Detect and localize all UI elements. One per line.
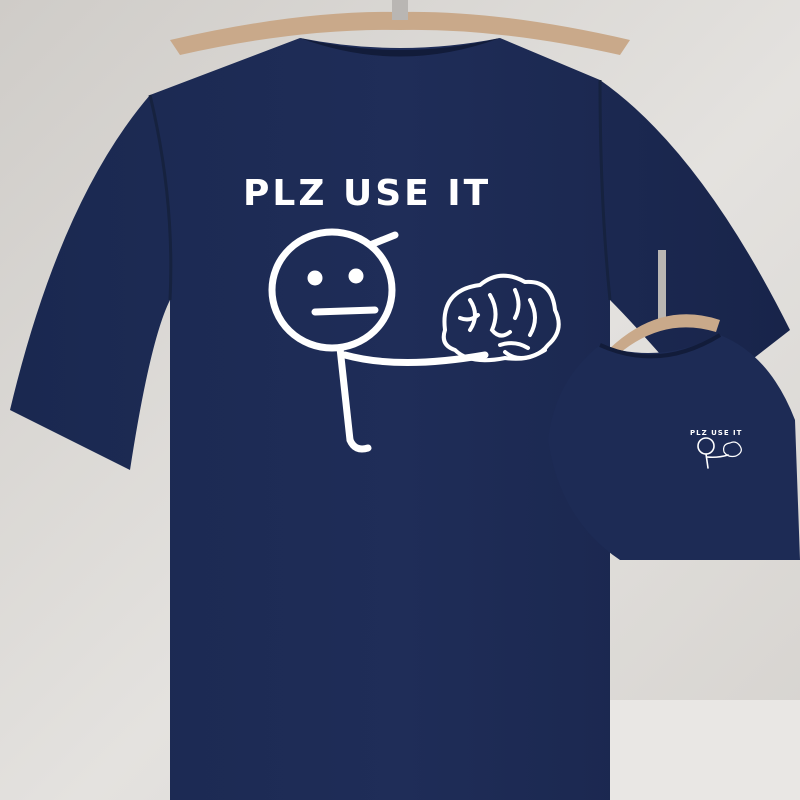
small-tshirt: [548, 335, 800, 560]
main-print-text: PLZ USE IT: [243, 173, 491, 214]
product-photo: PLZ USE IT PLZ USE IT: [0, 0, 800, 800]
small-print-text: PLZ USE IT: [690, 429, 742, 437]
